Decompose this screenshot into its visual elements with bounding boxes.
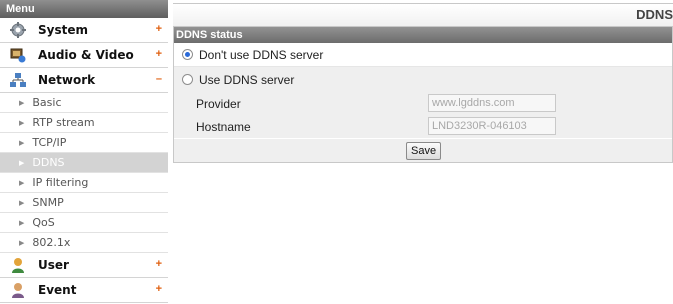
sidebar-section-event[interactable]: Event + xyxy=(0,278,168,303)
arrow-right-icon: ▶ xyxy=(19,98,25,107)
sidebar-section-label: System xyxy=(38,23,88,37)
ddns-status-panel: DDNS status Don't use DDNS server Use DD… xyxy=(173,27,673,163)
provider-label: Provider xyxy=(196,97,241,111)
sidebar-item-label: 802.1x xyxy=(32,236,71,249)
radio-dont-use-ddns[interactable] xyxy=(182,49,193,60)
sidebar-section-label: Network xyxy=(38,73,96,87)
gear-icon xyxy=(9,21,27,39)
expand-icon[interactable]: + xyxy=(156,283,162,295)
network-icon xyxy=(9,71,27,89)
sidebar-item-label: QoS xyxy=(32,216,55,229)
sidebar-item-label: TCP/IP xyxy=(32,136,67,149)
radio-use-ddns[interactable] xyxy=(182,74,193,85)
expand-icon[interactable]: + xyxy=(156,258,162,270)
provider-row: Provider xyxy=(174,92,672,115)
collapse-icon[interactable]: – xyxy=(156,73,162,85)
sidebar-item-label: Basic xyxy=(32,96,62,109)
arrow-right-icon: ▶ xyxy=(19,118,25,127)
option-use-ddns[interactable]: Use DDNS server xyxy=(174,67,672,92)
expand-icon[interactable]: + xyxy=(156,23,162,35)
arrow-right-icon: ▶ xyxy=(19,138,25,147)
sidebar-section-user[interactable]: User + xyxy=(0,253,168,278)
main-content: DDNS DDNS status Don't use DDNS server U… xyxy=(173,3,673,163)
expand-icon[interactable]: + xyxy=(156,48,162,60)
sidebar-item-rtp-stream[interactable]: ▶ RTP stream xyxy=(0,113,168,133)
provider-input[interactable] xyxy=(428,94,556,112)
sidebar-item-label: SNMP xyxy=(32,196,64,209)
menu-header: Menu xyxy=(0,0,168,18)
option-dont-use-ddns[interactable]: Don't use DDNS server xyxy=(174,43,672,67)
arrow-right-icon: ▶ xyxy=(19,198,25,207)
camera-icon xyxy=(9,46,27,64)
hostname-row: Hostname xyxy=(174,115,672,138)
arrow-right-icon: ▶ xyxy=(19,158,25,167)
sidebar-menu: Menu System + Audio & Video + Network – … xyxy=(0,0,168,304)
sidebar-item-label: DDNS xyxy=(32,156,65,169)
save-button[interactable]: Save xyxy=(406,142,442,160)
option-label: Don't use DDNS server xyxy=(199,47,324,62)
sidebar-section-label: User xyxy=(38,258,69,272)
page-title-bar: DDNS xyxy=(173,3,673,27)
save-row: Save xyxy=(174,138,672,162)
arrow-right-icon: ▶ xyxy=(19,178,25,187)
sidebar-section-audio-video[interactable]: Audio & Video + xyxy=(0,43,168,68)
sidebar-item-8021x[interactable]: ▶ 802.1x xyxy=(0,233,168,253)
page-title: DDNS xyxy=(636,7,673,22)
hostname-label: Hostname xyxy=(196,120,251,134)
option-label: Use DDNS server xyxy=(199,72,295,87)
sidebar-item-snmp[interactable]: ▶ SNMP xyxy=(0,193,168,213)
sidebar-section-label: Event xyxy=(38,283,77,297)
sidebar-item-qos[interactable]: ▶ QoS xyxy=(0,213,168,233)
sidebar-item-tcp-ip[interactable]: ▶ TCP/IP xyxy=(0,133,168,153)
sidebar-item-basic[interactable]: ▶ Basic xyxy=(0,93,168,113)
sidebar-item-label: IP filtering xyxy=(32,176,89,189)
panel-title: DDNS status xyxy=(174,27,672,43)
sidebar-item-ip-filtering[interactable]: ▶ IP filtering xyxy=(0,173,168,193)
sidebar-section-system[interactable]: System + xyxy=(0,18,168,43)
event-icon xyxy=(9,281,27,299)
user-icon xyxy=(9,256,27,274)
sidebar-item-ddns[interactable]: ▶ DDNS xyxy=(0,153,168,173)
sidebar-item-label: RTP stream xyxy=(32,116,95,129)
sidebar-section-network[interactable]: Network – xyxy=(0,68,168,93)
arrow-right-icon: ▶ xyxy=(19,238,25,247)
use-ddns-group: Use DDNS server Provider Hostname Save xyxy=(174,67,672,162)
arrow-right-icon: ▶ xyxy=(19,218,25,227)
sidebar-section-label: Audio & Video xyxy=(38,48,134,62)
hostname-input[interactable] xyxy=(428,117,556,135)
